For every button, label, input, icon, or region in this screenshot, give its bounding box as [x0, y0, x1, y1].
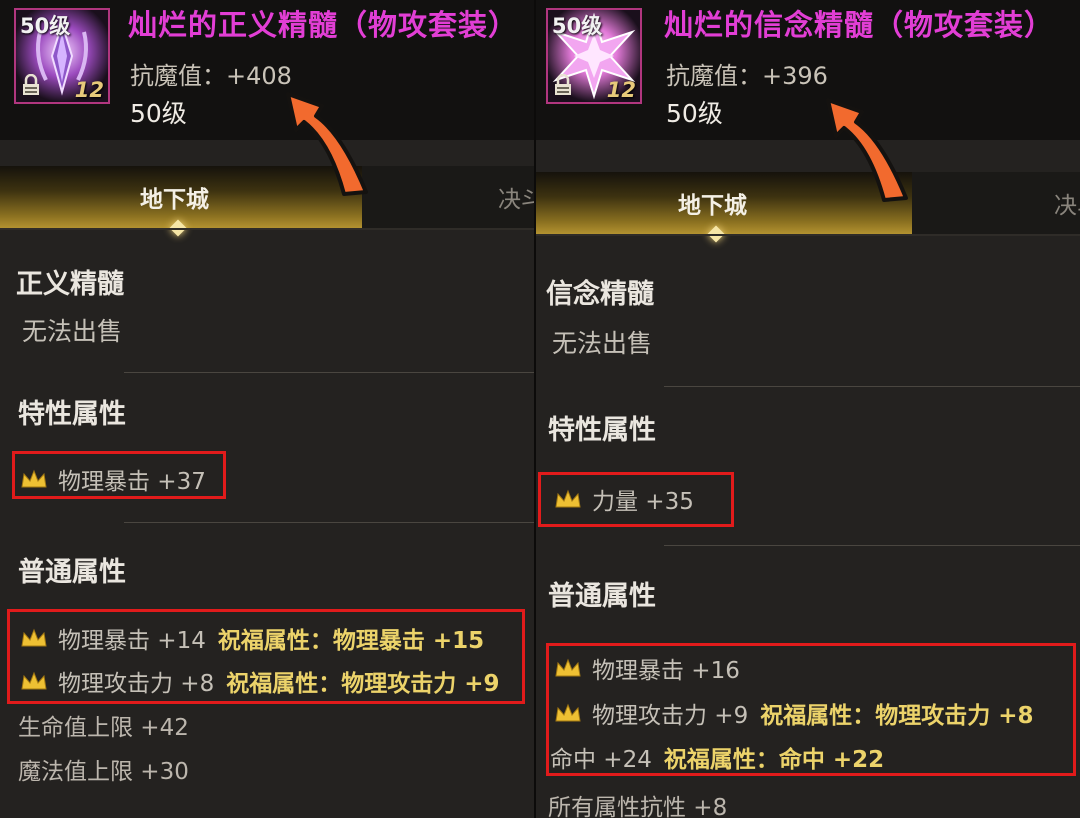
tab-dungeon-label: 地下城 [140, 187, 209, 213]
special-attr-title: 特性属性 [18, 399, 126, 430]
normal-attr-title: 普通属性 [18, 557, 126, 588]
lock-icon [555, 74, 571, 95]
item-level: 50级 [130, 99, 187, 128]
normal-attr-title: 普通属性 [548, 581, 656, 612]
plain-attr-line: 魔法值上限 +30 [18, 759, 189, 785]
annotation-arrow-icon [286, 92, 368, 196]
divider [664, 545, 1080, 546]
stack-count: 12 [606, 78, 636, 102]
tab-underline [536, 234, 1080, 236]
item-level: 50级 [666, 99, 723, 128]
special-attr-title: 特性属性 [548, 415, 656, 446]
item-thumbnail[interactable]: 50级 12 [546, 8, 642, 104]
trade-status: 无法出售 [22, 317, 123, 346]
lock-icon [23, 74, 39, 95]
item-name: 灿烂的正义精髓（物攻套装） [128, 8, 519, 42]
thumbnail-level: 50级 [552, 14, 603, 38]
item-tooltip-right: 50级 12 灿烂的信念精髓（物攻套装） 抗魔值：+396 50级 地下城 决斗… [536, 0, 1080, 818]
divider [124, 372, 534, 373]
essence-name: 正义精髓 [16, 269, 124, 300]
item-header: 50级 12 灿烂的信念精髓（物攻套装） 抗魔值：+396 50级 [536, 0, 1080, 140]
tab-pvp-label[interactable]: 决斗 [1054, 186, 1080, 220]
resist-stat: 抗魔值：+408 [130, 62, 292, 90]
essence-name: 信念精髓 [546, 279, 654, 310]
tab-pvp-label[interactable]: 决斗 [498, 180, 534, 214]
tab-bar: 地下城 决斗 [0, 166, 534, 228]
annotation-arrow-icon [826, 98, 908, 202]
item-name: 灿烂的信念精髓（物攻套装） [664, 8, 1055, 42]
highlight-box [538, 472, 734, 527]
item-tooltip-left: 50级 12 灿烂的正义精髓（物攻套装） 抗魔值：+408 50级 地下城 决斗… [0, 0, 534, 818]
highlight-box [546, 643, 1076, 776]
trade-status: 无法出售 [552, 329, 653, 358]
tab-dungeon-label: 地下城 [678, 193, 747, 219]
divider [664, 386, 1080, 387]
divider [124, 522, 534, 523]
highlight-box [12, 451, 226, 499]
resist-stat: 抗魔值：+396 [666, 62, 828, 90]
plain-attr-line: 所有属性抗性 +8 [548, 795, 728, 818]
tab-underline [0, 228, 534, 230]
thumbnail-level: 50级 [20, 14, 71, 38]
plain-attr-line: 生命值上限 +42 [18, 715, 189, 741]
tab-bar: 地下城 决斗 [536, 172, 1080, 234]
stack-count: 12 [74, 78, 104, 102]
item-header: 50级 12 灿烂的正义精髓（物攻套装） 抗魔值：+408 50级 [0, 0, 534, 140]
item-thumbnail[interactable]: 50级 12 [14, 8, 110, 104]
highlight-box [7, 609, 525, 704]
